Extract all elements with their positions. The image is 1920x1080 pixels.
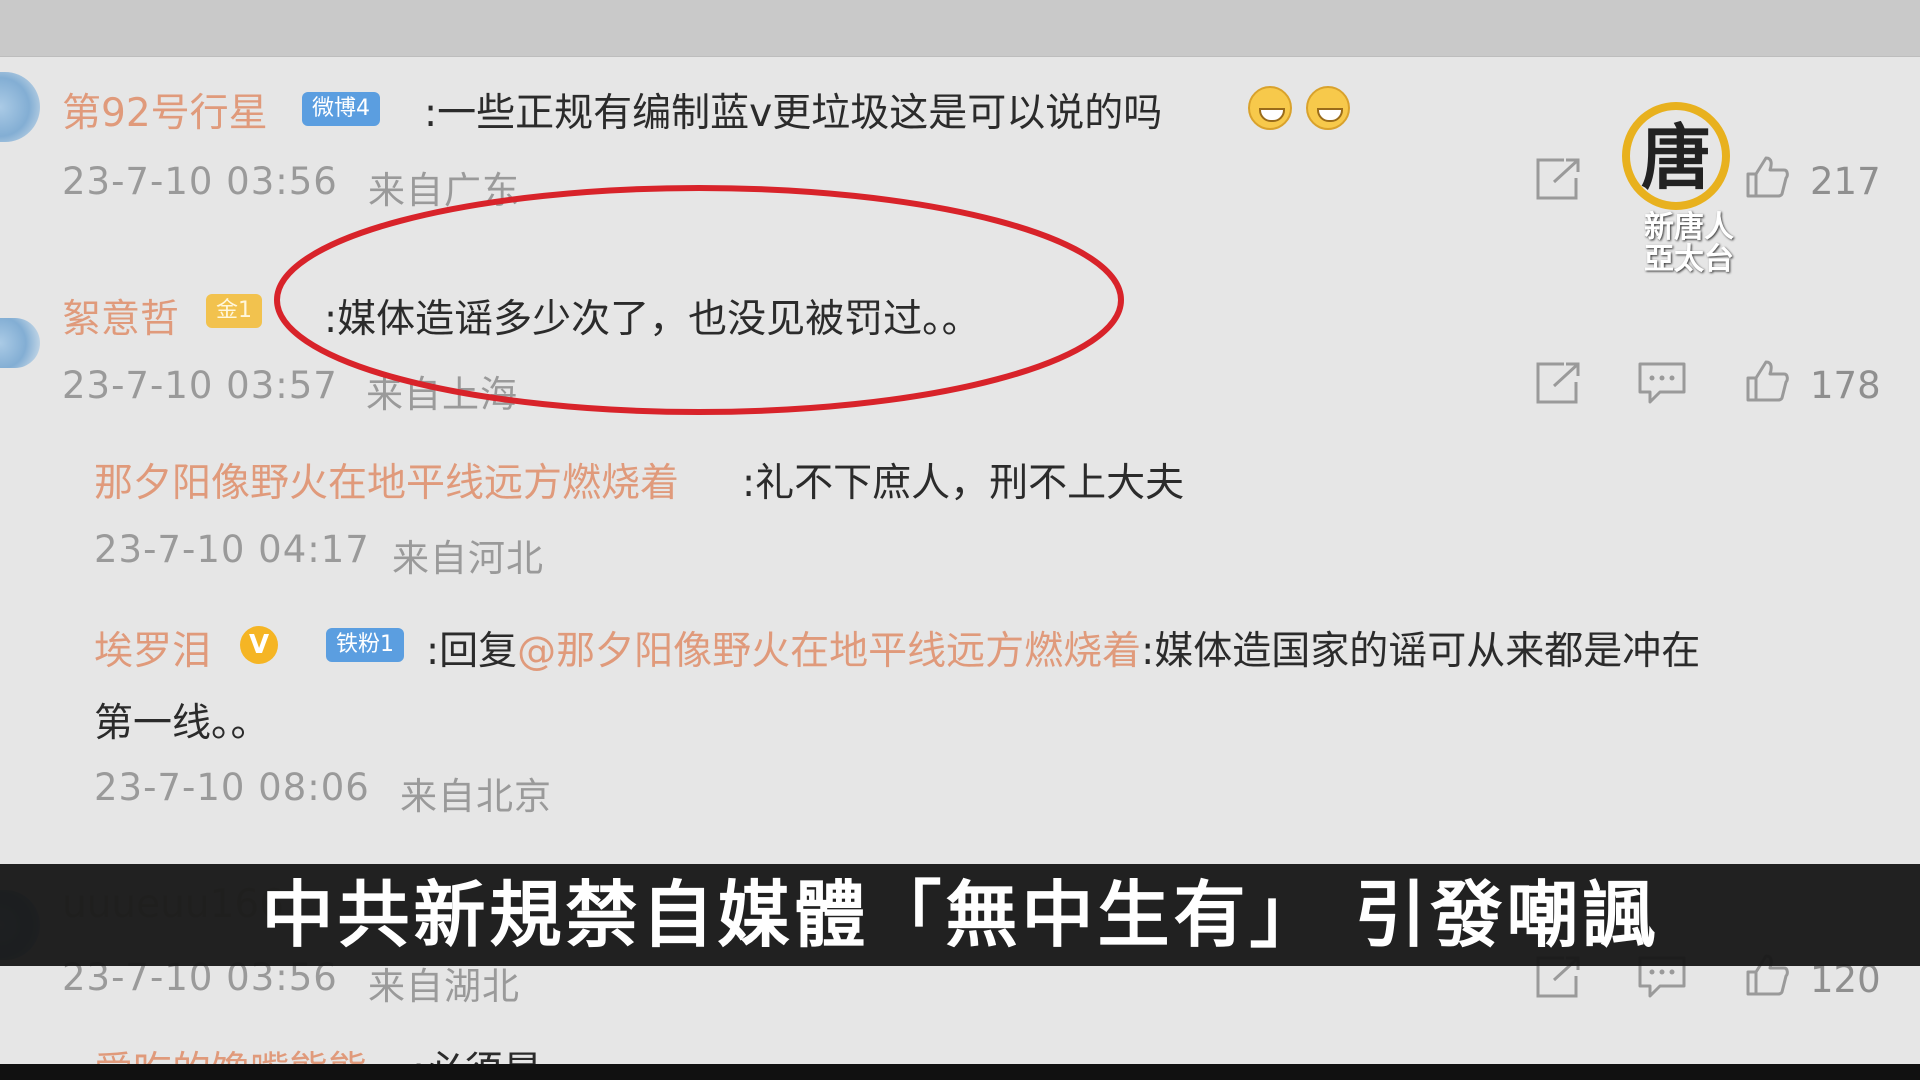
ntd-logo-emblem-icon: 唐 [1622,102,1730,210]
reply-text: :礼不下庶人，刑不上大夫 [742,461,1185,506]
reply-text: :回复@那夕阳像野火在地平线远方燃烧着:媒体造国家的谣可从来都是冲在 [426,620,1700,676]
annotation-ellipse [274,185,1124,415]
news-caption: 中共新規禁自媒體「無中生有」 引發嘲諷 [261,873,1659,957]
grin-emoji-icon [1306,86,1350,130]
fan-level-badge: 金1 [206,294,262,328]
weibo-badge: 微博4 [302,92,380,126]
weibo-comments-screen: 第92号行星 微博4 :一些正规有编制蓝v更垃圾这是可以说的吗 23-7-10 … [0,0,1920,1064]
ntd-logo-text: 新唐人 亞太台 [1644,210,1734,277]
comment-icon[interactable] [1636,360,1688,406]
like-count: 178 [1810,364,1881,407]
share-icon[interactable] [1534,360,1584,406]
comment-username[interactable]: 絮意哲 [62,288,179,344]
svg-text:唐: 唐 [1641,117,1711,199]
top-bar [0,0,1920,57]
reply-timestamp: 23-7-10 04:17 [94,528,370,571]
bottom-strip [0,1064,1920,1080]
avatar[interactable] [0,72,40,142]
comment-username[interactable]: 爱吃的馋嘴熊熊 [94,1040,367,1064]
avatar[interactable] [0,318,40,368]
grin-emoji-icon [1248,86,1292,130]
reply-location: 来自北京 [400,775,552,818]
reply-username[interactable]: 那夕阳像野火在地平线远方燃烧着 [94,452,679,508]
reply-prefix: :回复 [426,629,518,674]
reply-location: 来自河北 [392,537,544,580]
news-caption-bar: 中共新規禁自媒體「無中生有」 引發嘲諷 [0,864,1920,966]
reply-text-line1: :媒体造国家的谣可从来都是冲在 [1141,629,1701,674]
like-count: 217 [1810,160,1881,203]
verified-icon: V [240,626,278,664]
comment-username[interactable]: 第92号行星 [62,82,268,138]
like-icon[interactable] [1744,358,1790,404]
ntd-logo: 唐 新唐人 亞太台 [1614,100,1764,280]
reply-mention-link[interactable]: @那夕阳像野火在地平线远方燃烧着 [517,629,1141,674]
reply-timestamp: 23-7-10 08:06 [94,766,370,809]
share-icon[interactable] [1534,156,1584,202]
fan-level-badge: 铁粉1 [326,628,404,662]
reply-text-line2: 第一线。。 [94,701,270,746]
reply-username[interactable]: 埃罗泪 [94,620,211,676]
comment-text: :必须是。 [412,1040,581,1064]
comment-text: :一些正规有编制蓝v更垃圾这是可以说的吗 [424,91,1163,136]
